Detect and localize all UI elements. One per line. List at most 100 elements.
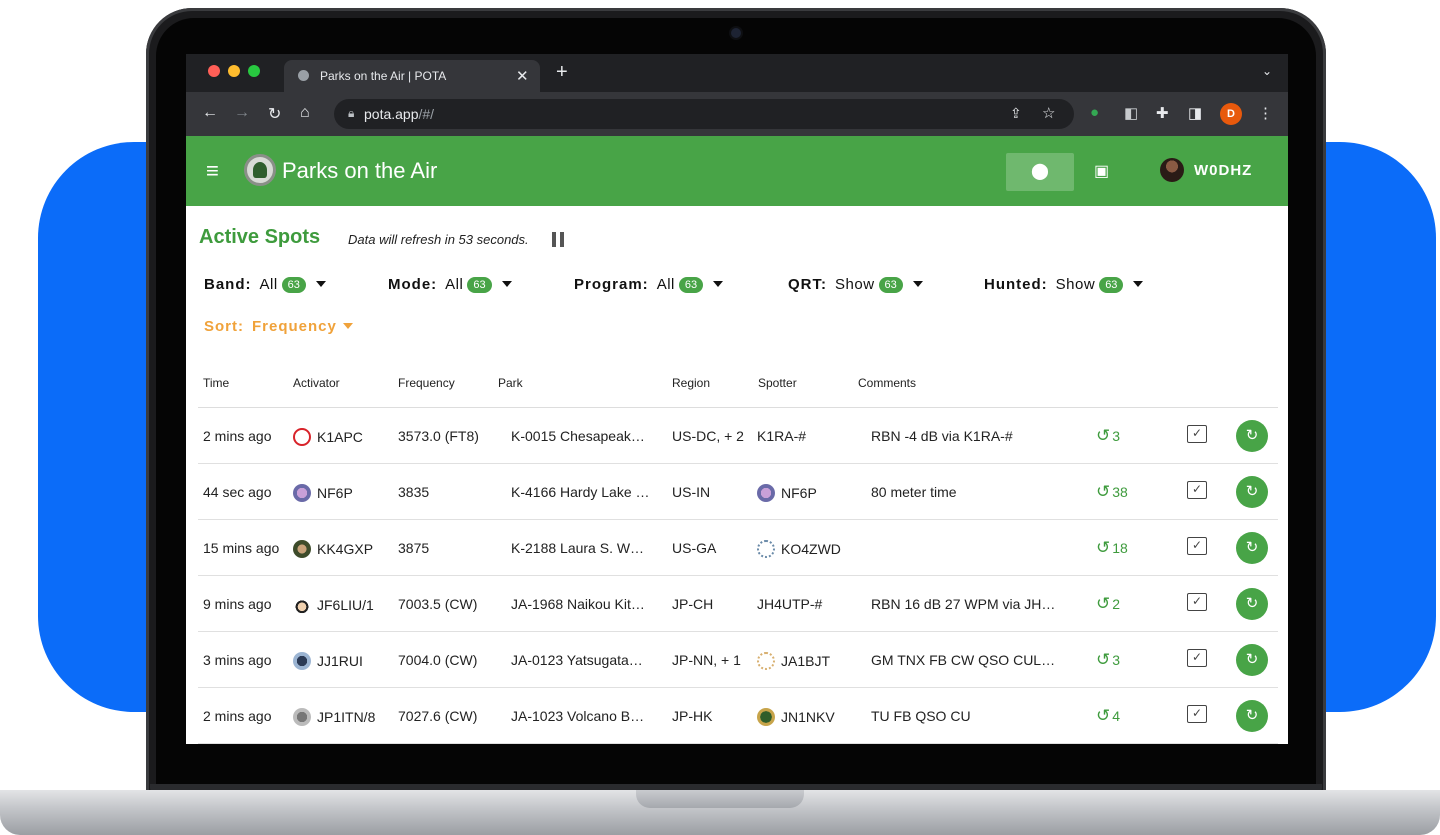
reload-icon[interactable]: ↻ [268,104,281,124]
spot-spotter[interactable]: JN1NKV [757,708,835,726]
spot-frequency[interactable]: 7003.5 (CW) [398,596,477,612]
spot-time: 2 mins ago [203,708,272,724]
back-arrow-icon[interactable]: ← [202,104,218,122]
column-header-park[interactable]: Park [498,376,523,390]
band-filter[interactable]: Band: All 63 [204,276,326,293]
respot-button[interactable]: ↻ [1236,532,1268,564]
extension-tab-icon[interactable]: ◧ [1124,104,1138,122]
table-row[interactable]: 9 mins ago JF6LIU/1 7003.5 (CW) JA-1968 … [198,576,1278,632]
spot-frequency[interactable]: 3573.0 (FT8) [398,428,479,444]
spot-park[interactable]: K-2188 Laura S. W… [511,540,644,556]
chevron-down-icon [501,281,512,287]
spot-activator[interactable]: JP1ITN/8 [293,708,375,726]
spot-spotter[interactable]: JH4UTP-# [757,596,822,612]
spot-park[interactable]: K-0015 Chesapeak… [511,428,645,444]
share-icon[interactable]: ⇪ [1010,105,1022,122]
user-callsign[interactable]: W0DHZ [1194,162,1252,179]
zoom-window-icon[interactable] [248,65,260,77]
spot-spotter[interactable]: K1RA-# [757,428,806,444]
spot-activator[interactable]: JF6LIU/1 [293,596,374,614]
mode-filter[interactable]: Mode: All 63 [388,276,512,293]
respot-button[interactable]: ↻ [1236,644,1268,676]
hunted-filter-label: Hunted: [984,276,1048,293]
extensions-puzzle-icon[interactable]: ✚ [1156,104,1169,122]
spot-activator[interactable]: KK4GXP [293,540,373,558]
column-header-time[interactable]: Time [203,376,229,390]
browser-menu-icon[interactable]: ⋮ [1258,104,1273,122]
spot-park[interactable]: JA-0123 Yatsugata… [511,652,643,668]
respot-button[interactable]: ↻ [1236,420,1268,452]
hunt-history[interactable]: ↺ 18 [1096,538,1128,558]
comment-icon[interactable]: ✓ [1187,425,1207,443]
hunted-filter[interactable]: Hunted: Show 63 [984,276,1144,293]
home-icon[interactable]: ⌂ [300,104,310,122]
hunt-history[interactable]: ↺ 3 [1096,650,1120,670]
comment-icon[interactable]: ✓ [1187,481,1207,499]
hunt-history[interactable]: ↺ 4 [1096,706,1120,726]
hunt-history[interactable]: ↺ 2 [1096,594,1120,614]
column-header-comments[interactable]: Comments [858,376,916,390]
comment-icon[interactable]: ✓ [1187,705,1207,723]
app-title[interactable]: Parks on the Air [282,158,437,184]
spot-park[interactable]: K-4166 Hardy Lake … [511,484,650,500]
table-row[interactable]: 2 mins ago K1APC 3573.0 (FT8) K-0015 Che… [198,408,1278,464]
hunt-history[interactable]: ↺ 3 [1096,426,1120,446]
column-header-activator[interactable]: Activator [293,376,340,390]
hunt-history[interactable]: ↺ 38 [1096,482,1128,502]
qrt-filter-value: Show [835,276,875,293]
spotter-avatar [757,708,775,726]
spot-activator[interactable]: K1APC [293,428,363,446]
calendar-icon[interactable]: ▣ [1094,161,1109,181]
history-icon: ↺ [1096,482,1111,501]
program-filter[interactable]: Program: All 63 [574,276,724,293]
respot-button[interactable]: ↻ [1236,588,1268,620]
bookmark-star-icon[interactable]: ☆ [1042,104,1055,122]
extension-leaf-icon[interactable]: ● [1090,104,1099,121]
close-window-icon[interactable] [208,65,220,77]
chevron-down-icon [315,281,326,287]
activator-avatar [293,484,311,502]
pause-icon[interactable] [552,232,564,247]
table-row[interactable]: 2 mins ago JP1ITN/8 7027.6 (CW) JA-1023 … [198,688,1278,744]
forward-arrow-icon[interactable]: → [234,104,250,122]
column-header-spotter[interactable]: Spotter [758,376,797,390]
comment-icon[interactable]: ✓ [1187,537,1207,555]
address-bar[interactable]: 🔒︎ pota.app/#/ ⇪ ☆ [334,99,1074,129]
spot-activator[interactable]: NF6P [293,484,353,502]
lock-icon: 🔒︎ [348,106,355,120]
spot-park[interactable]: JA-1968 Naikou Kit… [511,596,645,612]
spot-frequency[interactable]: 7027.6 (CW) [398,708,477,724]
spot-spotter[interactable]: NF6P [757,484,817,502]
spot-spotter[interactable]: JA1BJT [757,652,830,670]
browser-profile-avatar[interactable]: D [1220,103,1242,125]
spot-activator[interactable]: JJ1RUI [293,652,363,670]
qrt-filter[interactable]: QRT: Show 63 [788,276,923,293]
location-button[interactable]: ⬤ [1006,153,1074,191]
new-tab-icon[interactable]: + [556,61,568,84]
table-row[interactable]: 44 sec ago NF6P 3835 K-4166 Hardy Lake …… [198,464,1278,520]
column-header-frequency[interactable]: Frequency [398,376,455,390]
spot-spotter[interactable]: KO4ZWD [757,540,841,558]
browser-tab-active[interactable]: Parks on the Air | POTA ✕ [284,60,540,92]
table-row[interactable]: 15 mins ago KK4GXP 3875 K-2188 Laura S. … [198,520,1278,576]
menu-icon[interactable]: ≡ [206,158,219,184]
spotter-avatar [757,652,775,670]
minimize-window-icon[interactable] [228,65,240,77]
respot-button[interactable]: ↻ [1236,476,1268,508]
column-header-region[interactable]: Region [672,376,710,390]
user-avatar[interactable] [1160,158,1184,182]
spot-frequency[interactable]: 3875 [398,540,429,556]
comment-icon[interactable]: ✓ [1187,593,1207,611]
table-row[interactable]: 3 mins ago JJ1RUI 7004.0 (CW) JA-0123 Ya… [198,632,1278,688]
spot-frequency[interactable]: 7004.0 (CW) [398,652,477,668]
spot-park[interactable]: JA-1023 Volcano B… [511,708,644,724]
tab-search-chevron-icon[interactable]: ⌄ [1262,64,1272,78]
tab-close-icon[interactable]: ✕ [516,67,529,85]
side-panel-icon[interactable]: ◨ [1188,104,1202,122]
sort-selector[interactable]: Sort: Frequency [204,318,353,335]
respot-button[interactable]: ↻ [1236,700,1268,732]
comment-icon[interactable]: ✓ [1187,649,1207,667]
spot-frequency[interactable]: 3835 [398,484,429,500]
address-url[interactable]: pota.app/#/ [364,106,434,122]
chevron-down-icon [342,323,353,329]
